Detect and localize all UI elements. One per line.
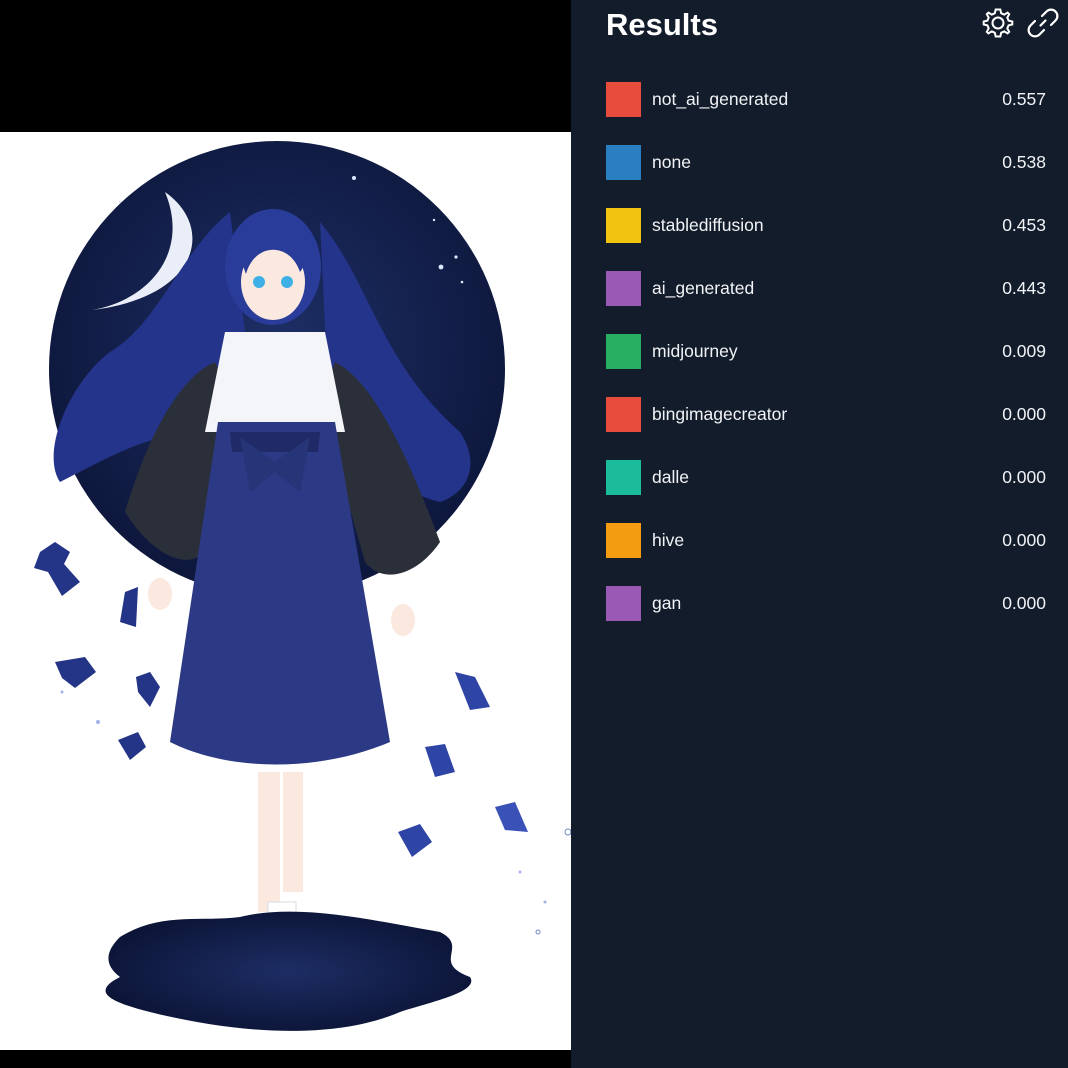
result-row: bingimagecreator 0.000 [606, 397, 1046, 460]
color-swatch [606, 271, 641, 306]
result-score: 0.009 [1002, 341, 1046, 361]
result-score: 0.443 [1002, 278, 1046, 298]
result-label: not_ai_generated [652, 89, 789, 109]
result-label: ai_generated [652, 278, 755, 298]
result-score: 0.000 [1002, 530, 1046, 550]
color-swatch [606, 397, 641, 432]
color-swatch [606, 334, 641, 369]
result-row: midjourney 0.009 [606, 334, 1046, 397]
app-window: Results not_ai_generated 0.557 none 0.53… [0, 0, 1068, 1068]
result-label: dalle [652, 467, 689, 487]
results-panel: Results not_ai_generated 0.557 none 0.53… [571, 0, 1068, 1068]
result-label: hive [652, 530, 685, 550]
result-label: stablediffusion [652, 215, 764, 235]
result-row: hive 0.000 [606, 523, 1046, 586]
color-swatch [606, 460, 641, 495]
color-swatch [606, 586, 641, 621]
panel-title: Results [606, 7, 718, 42]
color-swatch [606, 82, 641, 117]
link-icon[interactable] [1026, 6, 1060, 40]
results-list: not_ai_generated 0.557 none 0.538 stable… [606, 82, 1046, 649]
result-score: 0.000 [1002, 404, 1046, 424]
result-row: dalle 0.000 [606, 460, 1046, 523]
result-score: 0.557 [1002, 89, 1046, 109]
analyzed-image [0, 132, 571, 1050]
result-score: 0.000 [1002, 593, 1046, 613]
result-score: 0.538 [1002, 152, 1046, 172]
result-score: 0.453 [1002, 215, 1046, 235]
result-label: none [652, 152, 691, 172]
color-swatch [606, 523, 641, 558]
result-label: bingimagecreator [652, 404, 788, 424]
color-swatch [606, 145, 641, 180]
result-row: ai_generated 0.443 [606, 271, 1046, 334]
result-label: gan [652, 593, 682, 613]
image-preview-pane [0, 0, 571, 1068]
result-row: gan 0.000 [606, 586, 1046, 649]
result-row: none 0.538 [606, 145, 1046, 208]
gear-icon[interactable] [981, 6, 1015, 40]
result-label: midjourney [652, 341, 738, 361]
result-row: stablediffusion 0.453 [606, 208, 1046, 271]
result-score: 0.000 [1002, 467, 1046, 487]
result-row: not_ai_generated 0.557 [606, 82, 1046, 145]
color-swatch [606, 208, 641, 243]
